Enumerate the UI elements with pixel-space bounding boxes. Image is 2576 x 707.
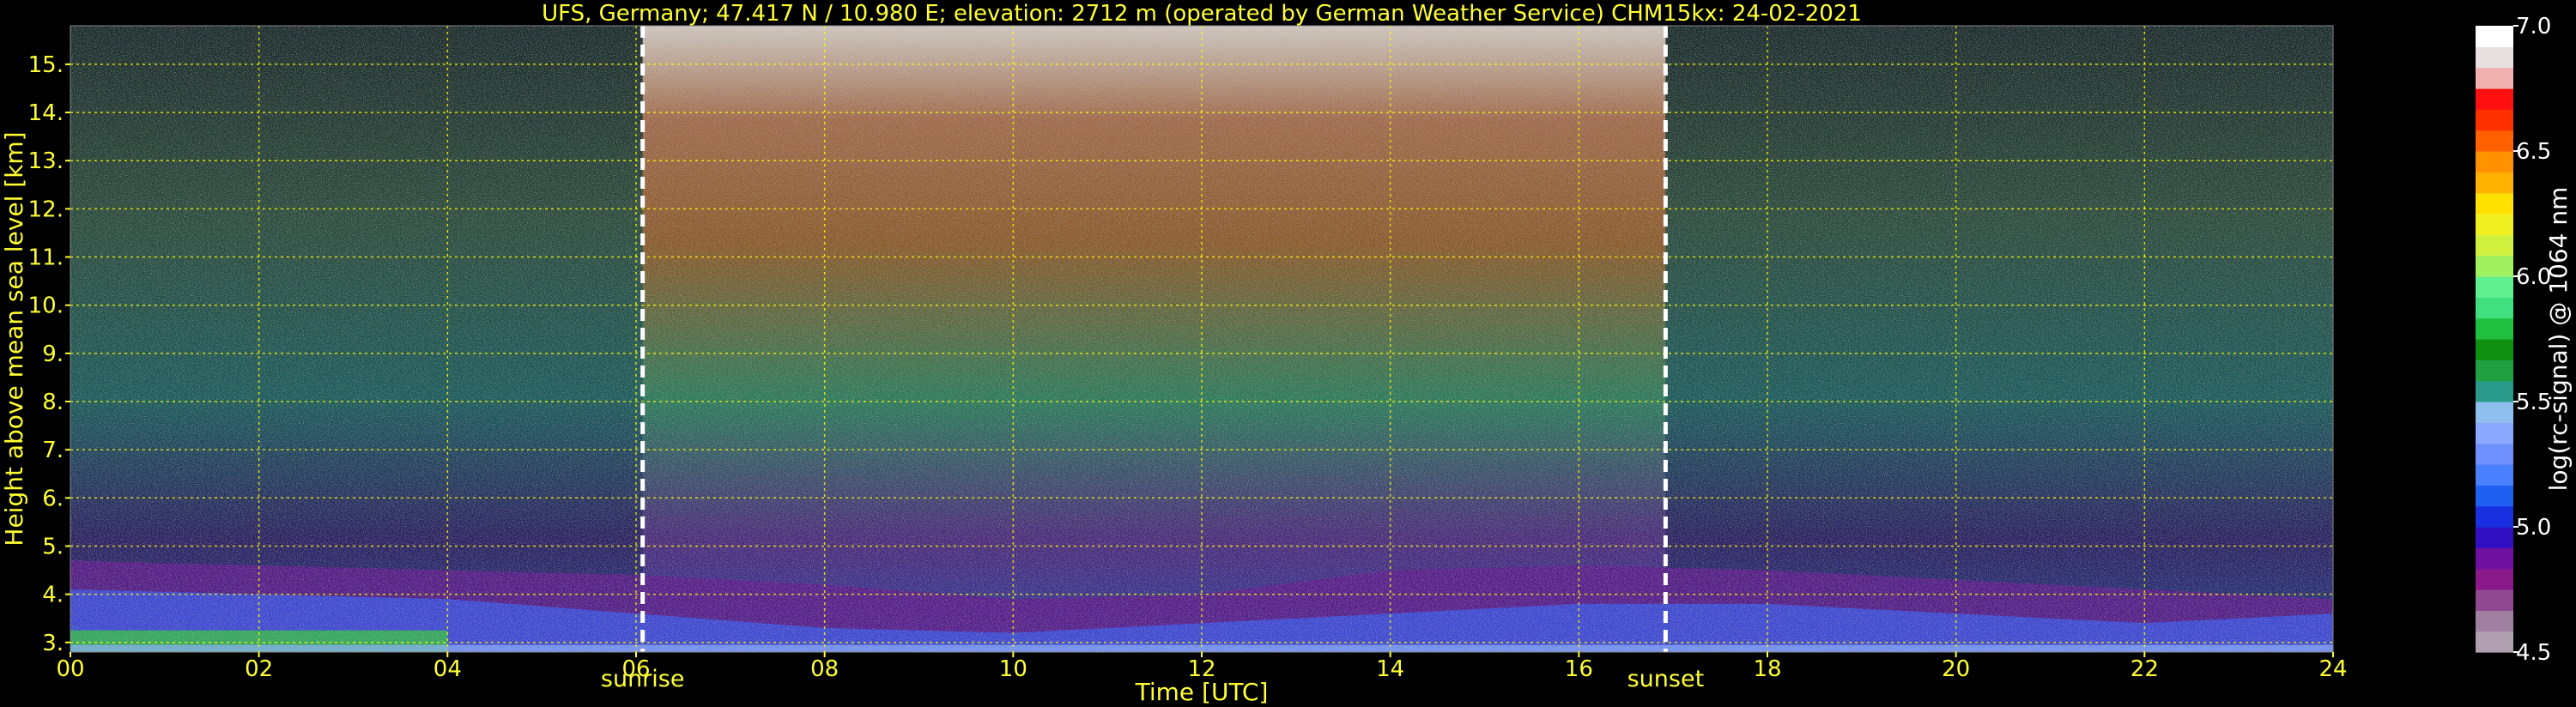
- y-axis-label: Height above mean sea level [km]: [0, 131, 28, 546]
- y-tick-label: 10.: [28, 293, 64, 319]
- colorbar-swatch: [2476, 151, 2513, 172]
- x-tick-label: 08: [810, 656, 839, 682]
- colorbar-swatch: [2476, 297, 2513, 319]
- colorbar-swatch: [2476, 234, 2513, 257]
- colorbar-swatch: [2476, 109, 2513, 131]
- colorbar-swatch: [2476, 380, 2513, 402]
- colorbar-swatch: [2476, 443, 2513, 465]
- x-tick-label: 04: [433, 656, 462, 682]
- colorbar-swatch: [2476, 67, 2513, 89]
- colorbar-swatch: [2476, 255, 2513, 277]
- y-tick-label: 12.: [28, 196, 64, 222]
- y-tick-label: 5.: [42, 534, 64, 559]
- colorbar-swatch: [2476, 88, 2513, 110]
- colorbar-swatch: [2476, 317, 2513, 340]
- x-tick-label: 18: [1753, 656, 1781, 682]
- x-tick-label: 00: [56, 656, 84, 682]
- colorbar-swatch: [2476, 26, 2513, 47]
- marker-label-sunset: sunset: [1627, 666, 1705, 692]
- colorbar-tick-label: 4.5: [2516, 640, 2551, 666]
- colorbar-swatch: [2476, 610, 2513, 632]
- colorbar-swatch: [2476, 276, 2513, 298]
- x-tick-label: 14: [1376, 656, 1404, 682]
- colorbar-swatch: [2476, 360, 2513, 382]
- x-tick-label: 02: [245, 656, 273, 682]
- colorbar-swatch: [2476, 464, 2513, 486]
- colorbar-swatch: [2476, 402, 2513, 423]
- y-tick-label: 3.: [42, 631, 64, 656]
- colorbar-swatch: [2476, 485, 2513, 507]
- colorbar-swatch: [2476, 547, 2513, 570]
- y-tick-label: 7.: [42, 438, 64, 463]
- x-tick-label: 20: [1942, 656, 1970, 682]
- colorbar: [2476, 26, 2513, 653]
- colorbar-swatch: [2476, 339, 2513, 360]
- x-tick-label: 22: [2131, 656, 2159, 682]
- x-axis-label: Time [UTC]: [1135, 678, 1269, 706]
- colorbar-swatch: [2476, 172, 2513, 194]
- colorbar-tick-label: 5.0: [2516, 515, 2551, 541]
- colorbar-swatch: [2476, 589, 2513, 611]
- y-tick-label: 13.: [28, 148, 64, 174]
- colorbar-swatch: [2476, 214, 2513, 235]
- colorbar-swatch: [2476, 422, 2513, 444]
- colorbar-tick-label: 7.0: [2516, 14, 2551, 39]
- y-tick-label: 11.: [28, 245, 64, 271]
- y-tick-label: 6.: [42, 486, 64, 511]
- y-tick-label: 4.: [42, 583, 64, 608]
- colorbar-swatch: [2476, 527, 2513, 548]
- colorbar-swatch: [2476, 46, 2513, 69]
- y-tick-label: 8.: [42, 390, 64, 415]
- colorbar-swatch: [2476, 631, 2513, 653]
- colorbar-swatch: [2476, 505, 2513, 528]
- colorbar-swatch: [2476, 130, 2513, 152]
- lidar-backscatter-chart: UFS, Germany; 47.417 N / 10.980 E; eleva…: [0, 1, 2573, 706]
- x-tick-label: 10: [999, 656, 1027, 682]
- x-tick-label: 16: [1565, 656, 1593, 682]
- colorbar-label: log(rc-signal) @ 1064 nm: [2544, 187, 2573, 492]
- x-tick-label: 06: [621, 656, 650, 682]
- colorbar-tick-label: 6.5: [2516, 139, 2551, 165]
- colorbar-swatch: [2476, 192, 2513, 215]
- y-tick-label: 14.: [28, 100, 64, 126]
- y-tick-label: 9.: [42, 341, 64, 367]
- y-axis-ticks: 3. 4. 5. 6. 7. 8. 9. 10. 11. 12. 13. 14. 15.: [28, 52, 70, 656]
- x-tick-label: 24: [2318, 656, 2347, 682]
- colorbar-swatch: [2476, 568, 2513, 590]
- y-tick-label: 15.: [28, 52, 64, 78]
- chart-title: UFS, Germany; 47.417 N / 10.980 E; eleva…: [542, 1, 1862, 27]
